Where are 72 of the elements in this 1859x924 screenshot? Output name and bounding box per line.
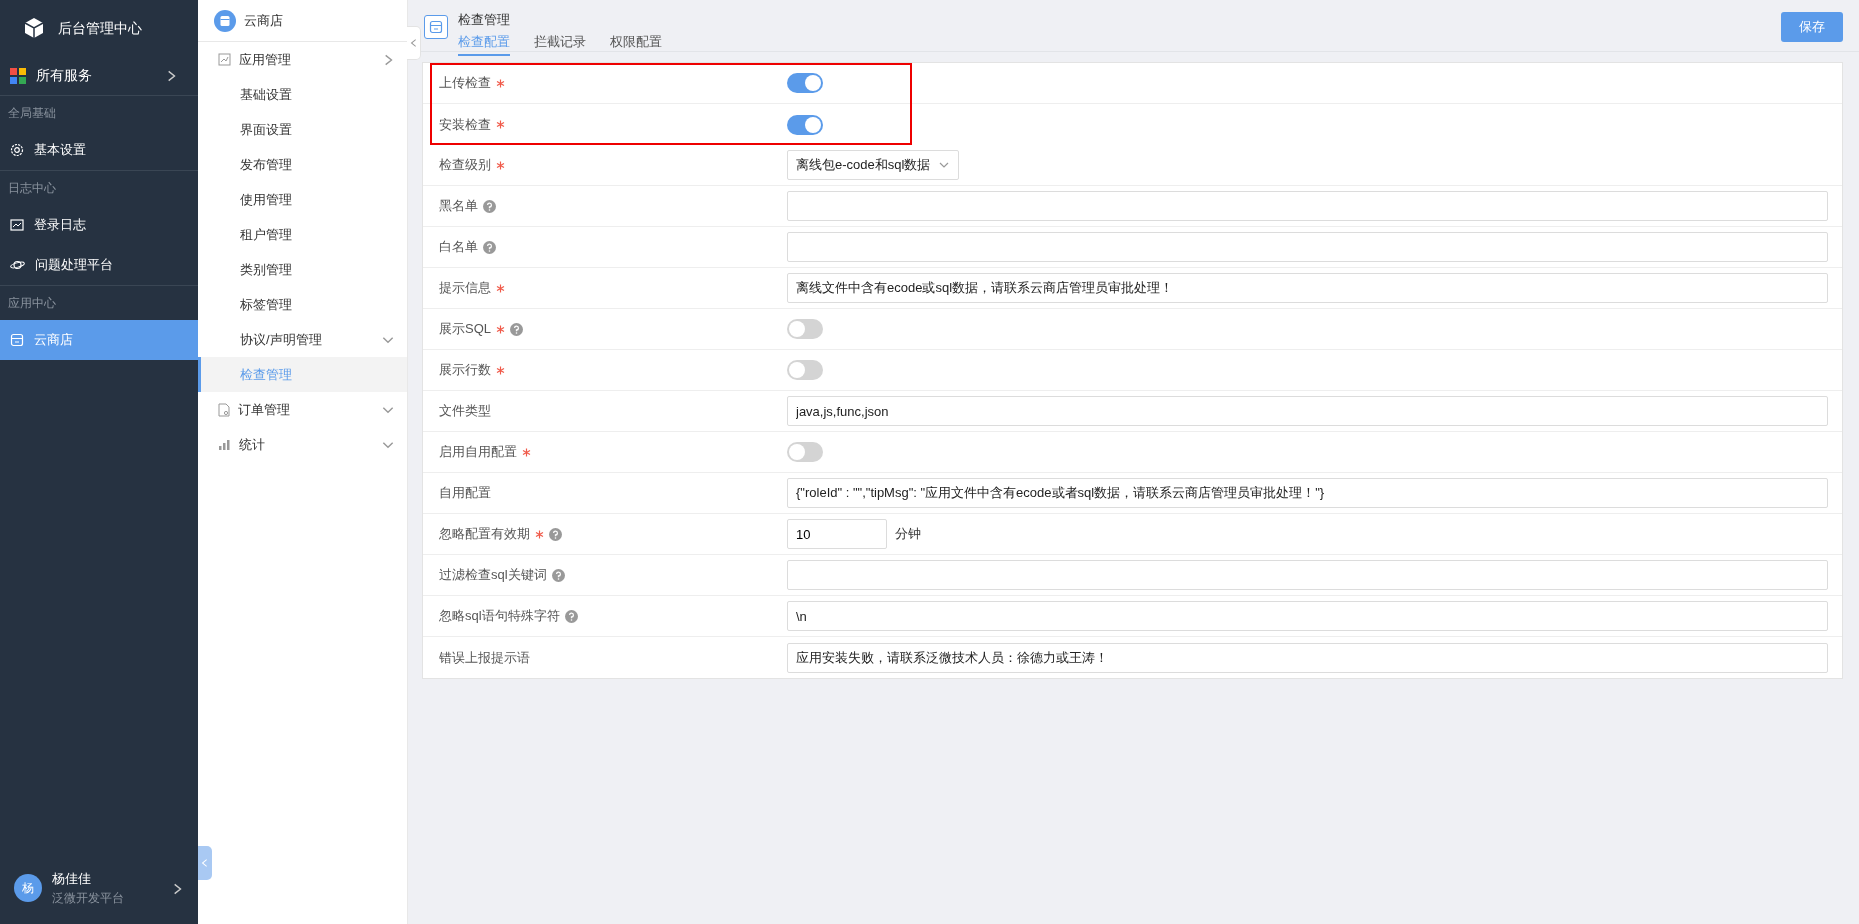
unit-label: 分钟 [895,525,921,544]
field-label: 展示行数 [439,361,491,380]
monitor-icon [10,219,24,231]
submenu-item[interactable]: 基础设置 [198,77,407,112]
user-avatar: 杨 [14,874,42,902]
submenu-item[interactable]: 类别管理 [198,252,407,287]
field-label: 展示SQL [439,320,491,339]
field-label: 安装检查 [439,115,491,134]
collapse-handle[interactable] [407,26,421,60]
field-label: 提示信息 [439,279,491,298]
field-label: 自用配置 [439,484,491,503]
nav-item[interactable]: 登录日志 [0,205,198,245]
field-label: 黑名单 [439,197,478,216]
input-field[interactable]: 离线文件中含有ecode或sql数据，请联系云商店管理员审批处理！ [787,273,1828,303]
toggle-switch[interactable] [787,114,823,135]
level-select[interactable]: 离线包e-code和sql数据 [787,150,960,180]
user-name: 杨佳佳 [52,870,92,889]
field-label: 忽略sql语句特殊字符 [439,607,560,626]
input-field[interactable] [787,191,1828,221]
app-title: 后台管理中心 [58,18,142,38]
field-label: 启用自用配置 [439,443,517,462]
field-label: 文件类型 [439,402,491,421]
submenu-item[interactable]: 协议/声明管理 [198,322,407,357]
store-icon [10,333,24,347]
submenu-item[interactable]: 订单管理 [198,392,407,427]
submenu-item[interactable]: 发布管理 [198,147,407,182]
collapse-handle[interactable] [198,846,212,880]
app-grid-icon [10,67,26,84]
cube-icon [24,17,44,39]
submenu-item[interactable]: 应用管理 [198,42,407,77]
nav-item[interactable]: 问题处理平台 [0,245,198,285]
bar-chart-icon [218,438,231,451]
input-field[interactable]: {"roleId" : "","tipMsg": "应用文件中含有ecode或者sql数据，请联系云商店管理员审批处理！"} [787,478,1828,508]
field-label: 过滤检查sql关键词 [439,566,547,585]
store-icon [429,20,443,34]
toggle-switch[interactable] [787,73,823,93]
submenu-item[interactable]: 界面设置 [198,112,407,147]
submenu-item[interactable]: 标签管理 [198,287,407,322]
field-label: 上传检查 [439,74,491,93]
field-label: 忽略配置有效期 [439,525,530,544]
chevron-left-icon [408,38,419,48]
section-header: 全局基础 [7,105,57,122]
submenu-item[interactable]: 租户管理 [198,217,407,252]
document-icon [218,402,230,417]
nav-item[interactable]: 基本设置 [0,130,198,170]
all-services-item[interactable]: 所有服务 [0,56,198,96]
section-header: 应用中心 [7,295,57,312]
submenu-title: 云商店 [244,11,283,30]
chart-icon [218,53,231,66]
field-label: 检查级别 [439,156,491,175]
input-field[interactable]: java,js,func,json [787,396,1828,426]
toggle-switch[interactable] [787,442,823,462]
toggle-switch[interactable] [787,360,823,380]
field-label: 错误上报提示语 [439,648,530,667]
input-field[interactable] [787,560,1828,590]
input-field[interactable]: \n [787,601,1828,631]
section-header: 日志中心 [7,180,57,197]
page-title: 检查管理 [458,11,511,29]
submenu-item[interactable]: 使用管理 [198,182,407,217]
tab[interactable]: 权限配置 [610,32,662,57]
input-field[interactable]: 应用安装失败，请联系泛微技术人员：徐德力或王涛！ [787,642,1828,673]
user-org: 泛微开发平台 [52,889,125,907]
toggle-switch[interactable] [787,319,823,339]
planet-icon [10,259,25,271]
submenu-item[interactable]: 统计 [198,427,407,462]
store-icon [214,9,236,32]
tab[interactable]: 拦截记录 [534,32,586,57]
gear-icon [10,143,24,157]
field-label: 白名单 [439,238,478,257]
input-field[interactable] [787,232,1828,262]
number-field[interactable]: 10 [787,519,887,549]
chevron-left-icon [200,858,210,868]
